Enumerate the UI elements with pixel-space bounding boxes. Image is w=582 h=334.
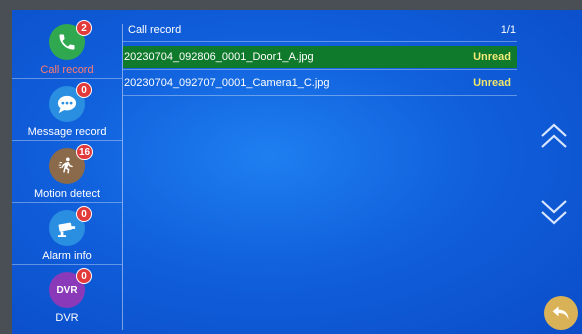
screen: 2 Call record 0 Message record 16 Motion… (12, 10, 582, 334)
sidebar-item-alarm-info[interactable]: 0 Alarm info (12, 206, 122, 268)
record-status: Unread (473, 77, 511, 89)
record-filename: 20230704_092707_0001_Camera1_C.jpg (124, 77, 330, 89)
sidebar-item-label: DVR (55, 312, 79, 324)
divider (12, 78, 122, 79)
sidebar-item-label: Message record (27, 126, 107, 138)
divider (123, 69, 517, 70)
page-down-button[interactable] (539, 198, 569, 231)
sidebar-item-label: Call record (40, 64, 94, 76)
divider (12, 140, 122, 141)
motion-detect-badge: 16 (76, 144, 94, 160)
list-item[interactable]: 20230704_092806_0001_Door1_A.jpg Unread (123, 46, 517, 68)
page-indicator: 1/1 (500, 24, 516, 36)
sidebar-item-call-record[interactable]: 2 Call record (12, 20, 122, 82)
page-title: Call record (128, 24, 182, 36)
sidebar: 2 Call record 0 Message record 16 Motion… (12, 10, 122, 334)
sidebar-item-label: Motion detect (33, 188, 101, 200)
sidebar-item-dvr[interactable]: DVR 0 DVR (12, 268, 122, 330)
divider (123, 95, 517, 96)
divider (12, 202, 122, 203)
list-item[interactable]: 20230704_092707_0001_Camera1_C.jpg Unrea… (123, 72, 517, 94)
call-record-badge: 2 (76, 20, 92, 36)
divider (123, 41, 517, 42)
alarm-info-badge: 0 (76, 206, 92, 222)
back-arrow-icon (552, 306, 569, 320)
back-button[interactable] (544, 296, 578, 330)
chevron-down-icon (541, 200, 567, 225)
sidebar-item-label: Alarm info (42, 250, 92, 262)
chevron-up-icon (541, 123, 567, 148)
message-record-badge: 0 (76, 82, 92, 98)
divider (12, 264, 122, 265)
record-filename: 20230704_092806_0001_Door1_A.jpg (124, 51, 314, 63)
sidebar-item-message-record[interactable]: 0 Message record (12, 82, 122, 144)
sidebar-item-motion-detect[interactable]: 16 Motion detect (12, 144, 122, 206)
page-up-button[interactable] (539, 122, 569, 155)
dvr-badge: 0 (76, 268, 92, 284)
record-status: Unread (473, 51, 511, 63)
